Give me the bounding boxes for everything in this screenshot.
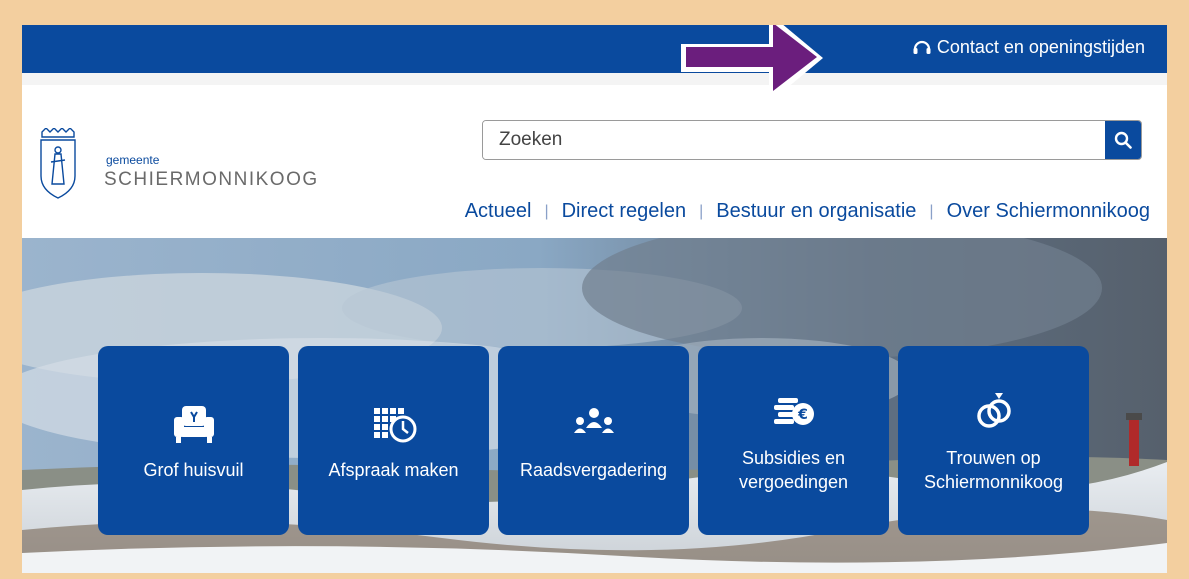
logo-gemeente[interactable]: gemeente [106, 153, 159, 167]
nav-over-schiermonnikoog[interactable]: Over Schiermonnikoog [947, 200, 1150, 223]
tile-label: Trouwen op Schiermonnikoog [923, 447, 1064, 492]
logo-name[interactable]: SCHIERMONNIKOOG [104, 169, 319, 191]
tile-label: Subsidies en vergoedingen [738, 447, 849, 492]
nav-actueel[interactable]: Actueel [465, 200, 532, 223]
search-input[interactable] [483, 121, 1105, 159]
tile-label: Afspraak maken [328, 459, 459, 480]
tile-raadsvergadering[interactable]: Raadsvergadering [498, 346, 689, 535]
page-frame: Contact en openingstijden gemeente SCHIE… [22, 25, 1167, 573]
headset-icon [913, 40, 931, 54]
contact-label: Contact en openingstijden [936, 37, 1145, 57]
nav-direct-regelen[interactable]: Direct regelen [562, 200, 687, 223]
search-bar [482, 120, 1142, 160]
crest-icon[interactable] [38, 128, 78, 200]
site-header: gemeente SCHIERMONNIKOOG Actueel | Direc… [22, 73, 1167, 238]
tile-subsidies-en-vergoedingen[interactable]: € Subsidies en vergoedingen [698, 346, 889, 535]
nav-bestuur-en-organisatie[interactable]: Bestuur en organisatie [716, 200, 916, 223]
main-nav: Actueel | Direct regelen | Bestuur en or… [465, 200, 1150, 223]
tile-label: Raadsvergadering [519, 459, 668, 480]
search-button[interactable] [1105, 121, 1141, 159]
hero-banner: Grof huisvuil Afspraak maken Raadsvergad… [22, 238, 1167, 573]
contact-link[interactable]: Contact en openingstijden [912, 37, 1145, 58]
calendar-clock-icon [373, 407, 416, 442]
wedding-rings-icon [976, 392, 1011, 428]
coins-euro-icon: € [773, 397, 814, 425]
nav-separator: | [699, 202, 704, 220]
tile-afspraak-maken[interactable]: Afspraak maken [298, 346, 489, 535]
svg-text:€: € [797, 407, 808, 423]
annotation-arrow-icon [681, 25, 823, 103]
meeting-icon [573, 407, 614, 433]
search-icon [1114, 131, 1132, 149]
tile-trouwen-op-schiermonnikoog[interactable]: Trouwen op Schiermonnikoog [898, 346, 1089, 535]
tile-grof-huisvuil[interactable]: Grof huisvuil [98, 346, 289, 535]
armchair-icon [173, 405, 214, 443]
top-bar: Contact en openingstijden [22, 25, 1167, 73]
task-tiles: Grof huisvuil Afspraak maken Raadsvergad… [98, 346, 1089, 535]
nav-separator: | [929, 202, 934, 220]
tile-label: Grof huisvuil [143, 459, 244, 480]
nav-separator: | [544, 202, 549, 220]
